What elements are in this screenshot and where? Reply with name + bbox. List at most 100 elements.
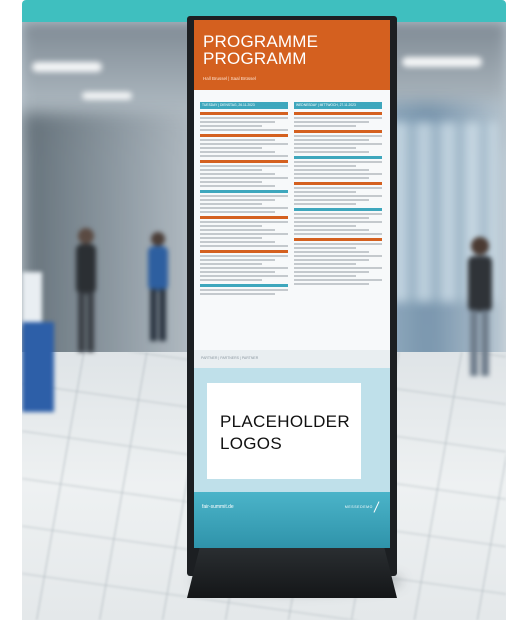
- schedule-line: [294, 125, 356, 127]
- schedule-line: [294, 169, 369, 171]
- schedule-line: [294, 195, 382, 197]
- schedule-column-wednesday: WEDNESDAY | MITTWOCH, 27.11.2023: [294, 102, 382, 285]
- programme-header: PROGRAMME PROGRAMM Hall Brussel | Saal B…: [194, 20, 390, 90]
- session-bar: [294, 130, 382, 133]
- schedule-line: [200, 169, 262, 171]
- schedule-line: [200, 139, 275, 141]
- brand-slash-icon: [373, 501, 380, 513]
- schedule-line: [294, 279, 382, 281]
- display-stand-foot: [187, 548, 397, 598]
- schedule-line: [294, 217, 369, 219]
- schedule-line: [200, 267, 288, 269]
- day-header-wednesday: WEDNESDAY | MITTWOCH, 27.11.2023: [294, 102, 382, 109]
- schedule-line: [200, 263, 262, 265]
- session-bar: [200, 160, 288, 163]
- schedule-line: [200, 241, 275, 243]
- schedule-line: [294, 213, 382, 215]
- session-bar: [294, 182, 382, 185]
- schedule-line: [294, 243, 382, 245]
- schedule-line: [200, 289, 288, 291]
- schedule-line: [200, 181, 262, 183]
- schedule-line: [200, 229, 275, 231]
- logo-area: PLACEHOLDER LOGOS: [194, 368, 390, 492]
- schedule-line: [200, 185, 275, 187]
- session-bar: [200, 190, 288, 193]
- session-bar: [294, 238, 382, 241]
- programme-title: PROGRAMME PROGRAMM: [203, 32, 319, 68]
- schedule-line: [200, 203, 262, 205]
- schedule-line: [200, 211, 275, 213]
- schedule-line: [200, 233, 288, 235]
- schedule-line: [200, 221, 288, 223]
- schedule-line: [200, 121, 275, 123]
- schedule-line: [200, 147, 262, 149]
- schedule-line: [200, 129, 288, 131]
- white-booth: [22, 272, 42, 327]
- schedule-line: [200, 177, 288, 179]
- schedule-line: [200, 195, 288, 197]
- ceiling-light: [82, 92, 132, 100]
- schedule-line: [200, 237, 262, 239]
- brand-logo-text: MESSEDEMO: [344, 505, 373, 509]
- schedule-line: [200, 173, 275, 175]
- person-walking: [76, 228, 96, 352]
- schedule-line: [294, 187, 382, 189]
- schedule-line: [294, 147, 356, 149]
- footer-url: fair-summit.de: [202, 504, 234, 510]
- schedule-line: [200, 293, 275, 295]
- schedule-line: [294, 263, 356, 265]
- programme-subtitle: Hall Brussel | Saal Brüssel: [203, 76, 256, 81]
- ceiling-light: [32, 62, 102, 72]
- schedule-line: [200, 207, 288, 209]
- schedule-line: [200, 117, 288, 119]
- schedule-line: [294, 221, 382, 223]
- schedule-line: [294, 271, 369, 273]
- schedule-line: [294, 191, 356, 193]
- schedule-line: [294, 177, 369, 179]
- schedule-line: [294, 173, 382, 175]
- schedule-line: [200, 279, 262, 281]
- logo-placeholder-box: PLACEHOLDER LOGOS: [207, 383, 361, 479]
- schedule-line: [200, 245, 288, 247]
- schedule-line: [294, 275, 356, 277]
- session-bar: [200, 134, 288, 137]
- logo-placeholder-text: PLACEHOLDER LOGOS: [220, 412, 350, 453]
- schedule-line: [200, 155, 288, 157]
- schedule-line: [200, 151, 275, 153]
- schedule-column-tuesday: TUESDAY | DIENSTAG, 26.11.2023: [200, 102, 288, 295]
- photo-frame: PROGRAMME PROGRAMM Hall Brussel | Saal B…: [22, 0, 506, 620]
- schedule-line: [200, 165, 288, 167]
- schedule-line: [294, 283, 369, 285]
- person-standing: [468, 237, 492, 376]
- schedule-line: [200, 275, 288, 277]
- schedule-line: [294, 165, 356, 167]
- schedule-line: [294, 247, 356, 249]
- schedule-line: [294, 229, 369, 231]
- schedule-line: [294, 225, 356, 227]
- digital-signage-screen: PROGRAMME PROGRAMM Hall Brussel | Saal B…: [194, 20, 390, 548]
- schedule-line: [294, 267, 382, 269]
- schedule-line: [294, 117, 382, 119]
- session-bar: [200, 112, 288, 115]
- schedule-line: [294, 161, 382, 163]
- ceiling-light: [402, 57, 482, 67]
- partners-label: PARTNER | PARTNERS | PARTNER: [201, 356, 259, 360]
- day-header-tuesday: TUESDAY | DIENSTAG, 26.11.2023: [200, 102, 288, 109]
- session-bar: [200, 250, 288, 253]
- schedule-grid: TUESDAY | DIENSTAG, 26.11.2023 WEDNESDAY…: [200, 102, 384, 342]
- schedule-line: [294, 255, 382, 257]
- session-bar: [294, 112, 382, 115]
- schedule-line: [294, 135, 382, 137]
- schedule-line: [200, 125, 262, 127]
- schedule-line: [200, 259, 275, 261]
- session-bar: [200, 216, 288, 219]
- schedule-line: [294, 139, 369, 141]
- schedule-line: [294, 251, 369, 253]
- brand-logo: MESSEDEMO: [344, 501, 380, 513]
- session-bar: [294, 156, 382, 159]
- schedule-line: [200, 143, 288, 145]
- session-bar: [200, 284, 288, 287]
- partners-band: PARTNER | PARTNERS | PARTNER: [194, 350, 390, 368]
- schedule-line: [200, 199, 275, 201]
- schedule-line: [294, 203, 356, 205]
